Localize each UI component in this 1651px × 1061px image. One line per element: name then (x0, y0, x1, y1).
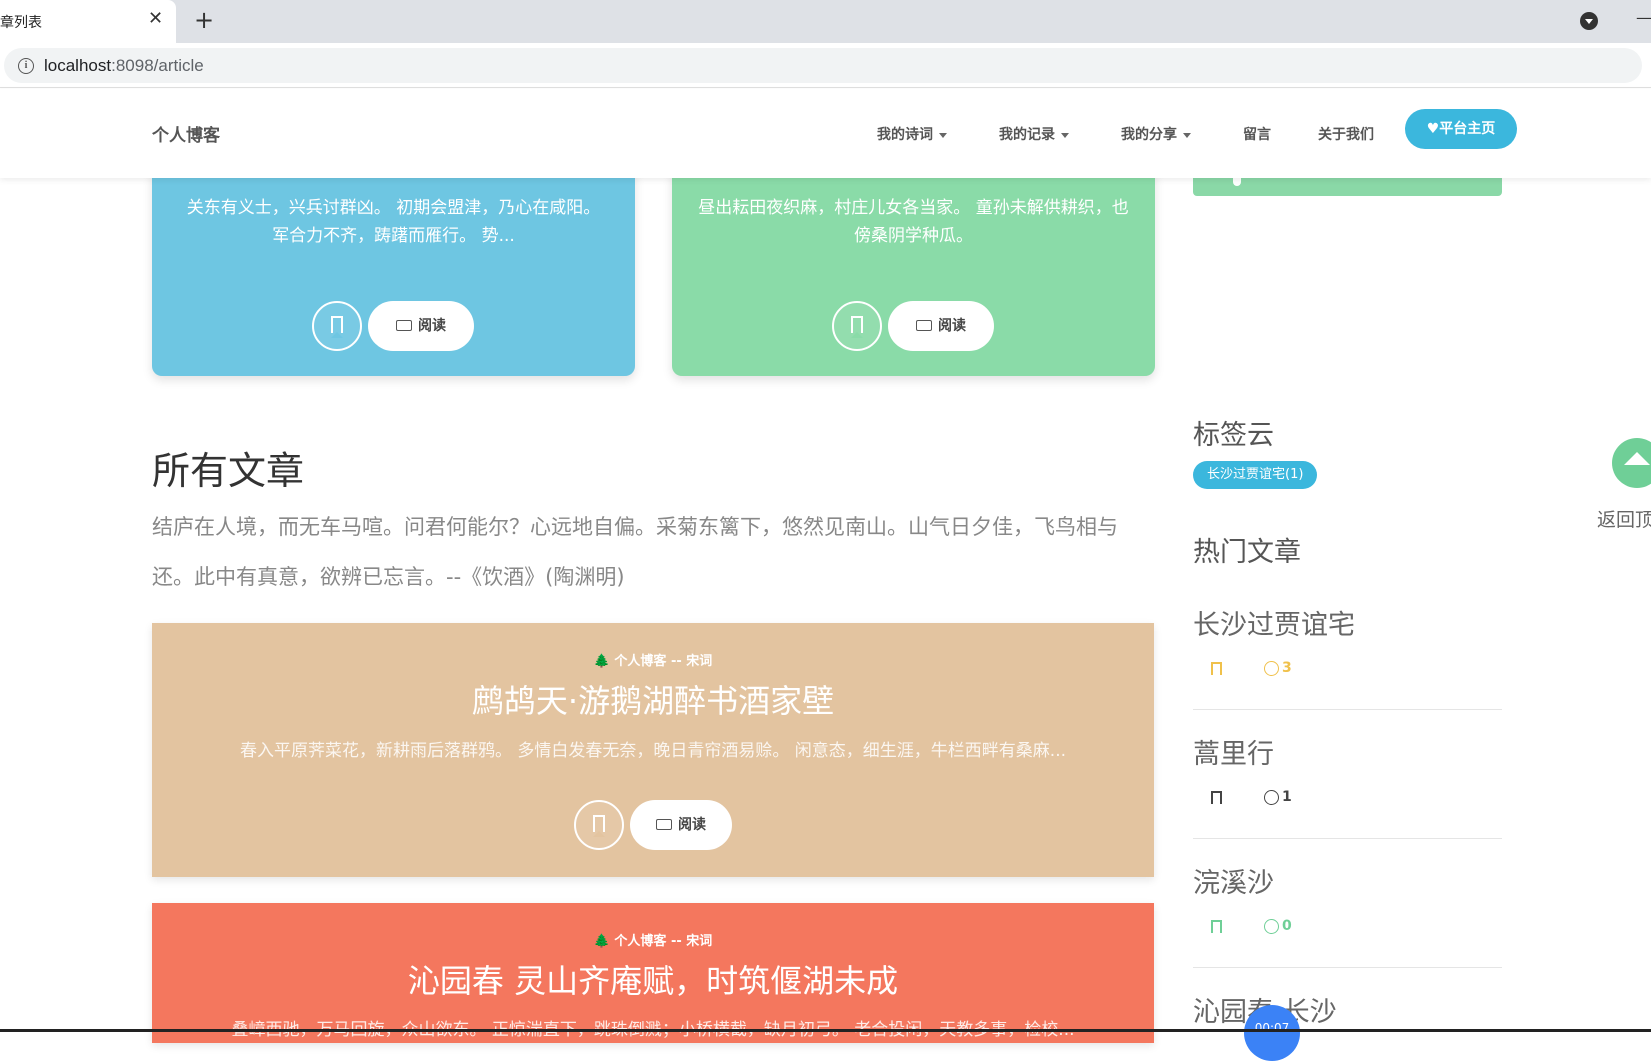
article-excerpt: 春入平原荠菜花，新耕雨后落群鸦。 多情白发春无奈，晚日青帘酒易赊。 闲意态，细生… (239, 741, 1067, 761)
view-icon (1264, 660, 1279, 676)
article-title[interactable]: 鹧鸪天·游鹅湖醉书酒家壁 (152, 676, 1154, 722)
section-title: 所有文章 (152, 449, 305, 493)
browser-tab-bar: 文章列表 ✕ + — (0, 0, 1651, 43)
bookmark-button[interactable] (832, 301, 882, 351)
hot-article-stats: 0 (1211, 918, 1292, 934)
nav-records[interactable]: 我的记录 (999, 124, 1069, 144)
bookmark-icon[interactable] (1211, 919, 1222, 933)
nav-poems[interactable]: 我的诗词 (877, 124, 947, 144)
hot-article-title[interactable]: 浣溪沙 (1193, 861, 1274, 900)
article-excerpt: 叠嶂西驰，万马回旋，众山欲东。 正惊湍直下，跳珠倒溅；小桥横截，缺月初弓。 老合… (231, 1020, 1075, 1040)
nav-messages[interactable]: 留言 (1243, 124, 1271, 144)
section-quote: 结庐在人境，而无车马喧。问君何能尔？心远地自偏。采菊东篱下，悠然见南山。山气日夕… (152, 515, 1118, 589)
newspaper-icon (396, 319, 412, 331)
tab-search-icon[interactable] (1580, 12, 1598, 30)
newspaper-icon (656, 818, 672, 830)
article-card: 🌲 个人博客 -- 宋词 沁园春 灵山齐庵赋，时筑偃湖未成 叠嶂西驰，万马回旋，… (152, 903, 1154, 1043)
minimize-icon[interactable]: — (1636, 8, 1651, 27)
recording-timer: 00:07 (1244, 1005, 1300, 1061)
bookmark-icon (331, 316, 343, 338)
hot-articles-title: 热门文章 (1193, 537, 1301, 568)
bookmark-icon (851, 316, 863, 338)
close-icon[interactable]: ✕ (148, 8, 163, 29)
divider (1193, 967, 1502, 968)
url-input[interactable]: i localhost:8098/article (4, 48, 1642, 83)
nav-shares[interactable]: 我的分享 (1121, 124, 1191, 144)
bookmark-button[interactable] (574, 800, 624, 850)
back-to-top-button[interactable] (1612, 438, 1651, 488)
read-button[interactable]: 阅读 (368, 301, 474, 351)
url-text: localhost:8098/article (44, 56, 204, 75)
divider (1193, 838, 1502, 839)
article-title[interactable]: 沁园春 灵山齐庵赋，时筑偃湖未成 (152, 956, 1154, 1002)
view-icon (1264, 789, 1279, 805)
info-icon[interactable]: i (18, 58, 34, 74)
article-meta: 🌲 个人博客 -- 宋词 (593, 934, 713, 949)
caret-down-icon (1183, 132, 1191, 138)
site-header: 个人博客 我的诗词 我的记录 我的分享 留言 关于我们 ♥平台主页 (0, 89, 1651, 178)
hot-article-stats: 3 (1211, 660, 1292, 676)
read-button[interactable]: 阅读 (630, 800, 732, 850)
bookmark-button[interactable] (312, 301, 362, 351)
bookmark-icon (593, 815, 605, 837)
caret-down-icon (1061, 132, 1069, 138)
article-meta: 🌲 个人博客 -- 宋词 (593, 654, 713, 669)
address-bar: i localhost:8098/article (0, 43, 1651, 88)
tag-chip[interactable]: 长沙过贾谊宅(1) (1193, 461, 1318, 489)
hot-article-stats: 1 (1211, 789, 1292, 805)
tag-cloud-title: 标签云 (1193, 420, 1274, 451)
caret-down-icon (939, 132, 947, 138)
card-excerpt: 昼出耘田夜织麻，村庄儿女各当家。 童孙未解供耕织，也傍桑阴学种瓜。 (698, 198, 1129, 246)
tab-title: 文章列表 (0, 15, 42, 31)
article-card: 🌲 个人博客 -- 宋词 鹧鸪天·游鹅湖醉书酒家壁 春入平原荠菜花，新耕雨后落群… (152, 623, 1154, 877)
read-button[interactable]: 阅读 (888, 301, 994, 351)
bookmark-icon[interactable] (1211, 661, 1222, 675)
nav-about[interactable]: 关于我们 (1318, 124, 1374, 144)
back-to-top-label[interactable]: 返回顶部 (1597, 505, 1651, 532)
site-brand[interactable]: 个人博客 (152, 121, 220, 146)
hot-article-title[interactable]: 长沙过贾谊宅 (1193, 603, 1355, 642)
view-icon (1264, 918, 1279, 934)
article-card: 关东有义士，兴兵讨群凶。 初期会盟津，乃心在咸阳。 军合力不齐，踌躇而雁行。 势… (152, 170, 635, 376)
new-tab-icon[interactable]: + (194, 6, 214, 34)
newspaper-icon (916, 319, 932, 331)
platform-home-button[interactable]: ♥平台主页 (1405, 109, 1517, 149)
bookmark-icon[interactable] (1211, 790, 1222, 804)
divider (1193, 709, 1502, 710)
hot-article-title[interactable]: 蒿里行 (1193, 732, 1274, 771)
browser-tab[interactable]: 文章列表 ✕ (0, 0, 176, 43)
article-card: 昼出耘田夜织麻，村庄儿女各当家。 童孙未解供耕织，也傍桑阴学种瓜。 阅读 (672, 170, 1155, 376)
card-excerpt: 关东有义士，兴兵讨群凶。 初期会盟津，乃心在咸阳。 军合力不齐，踌躇而雁行。 势… (186, 198, 601, 246)
